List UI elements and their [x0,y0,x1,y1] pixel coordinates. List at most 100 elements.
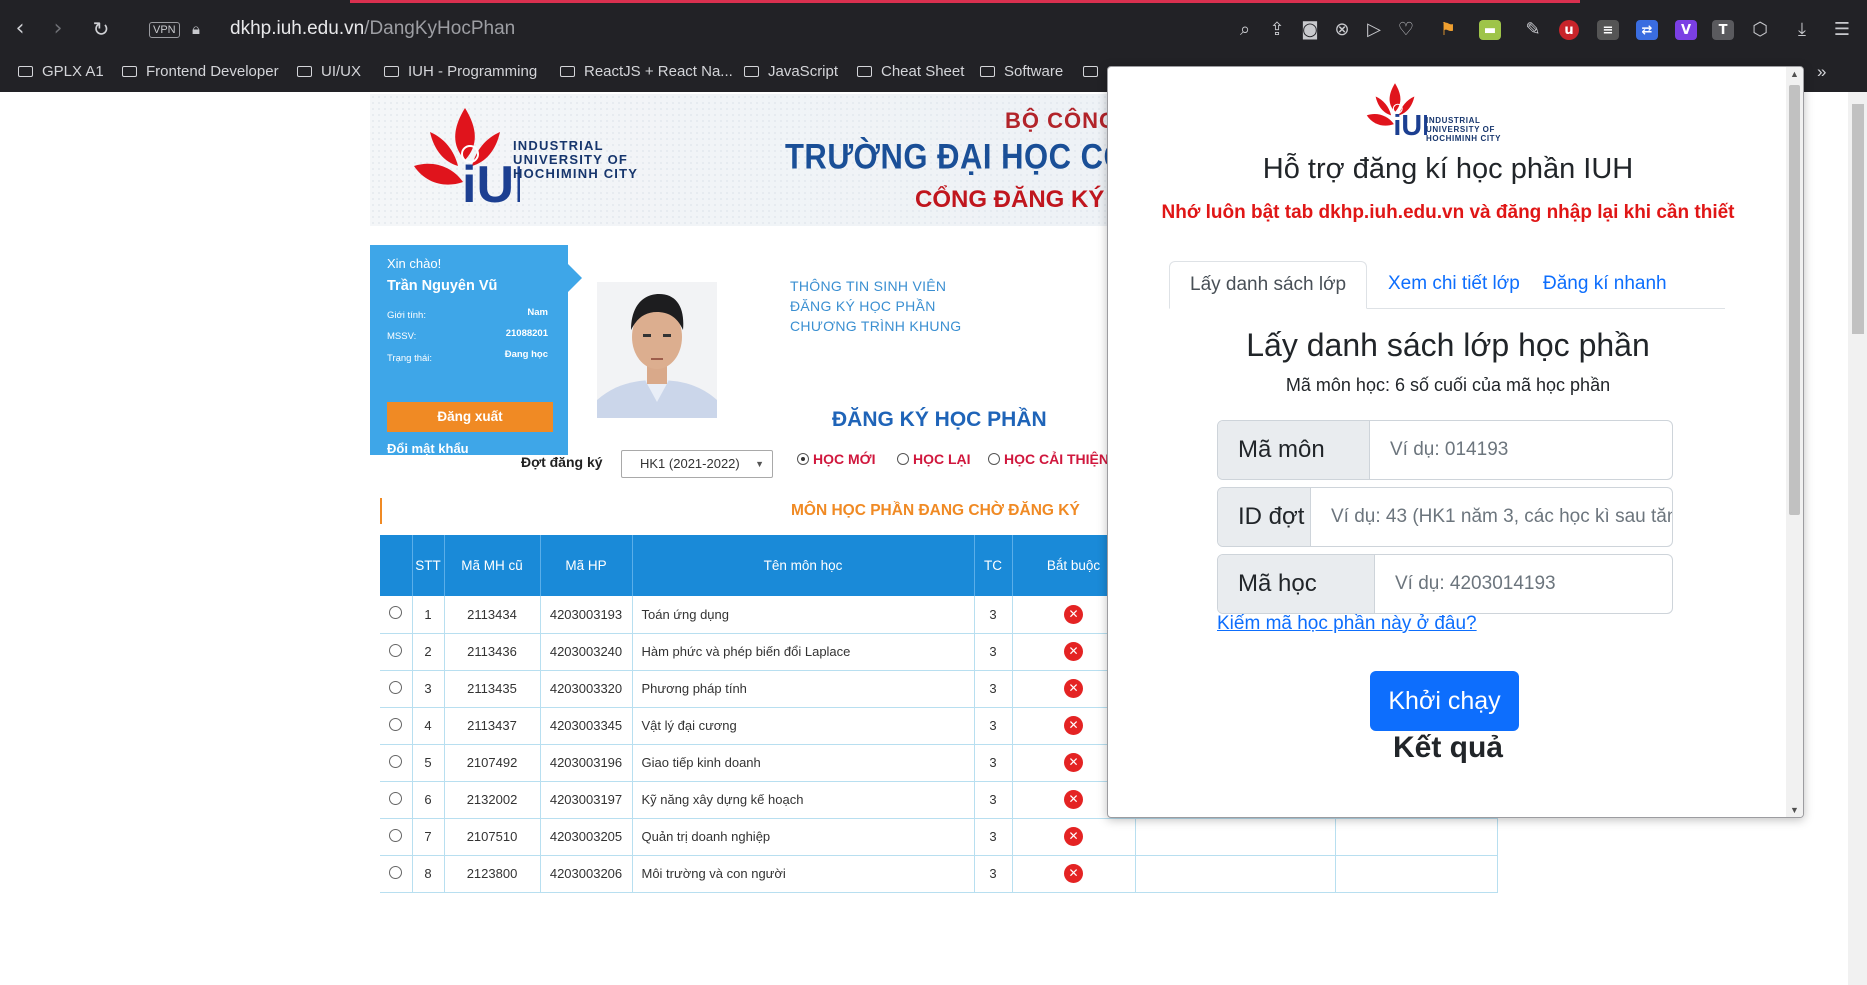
col-course-name: Tên môn học [632,535,975,596]
page-scrollbar-thumb[interactable] [1852,104,1864,334]
subject-code-input[interactable] [1370,421,1672,479]
tab-class-details[interactable]: Xem chi tiết lớp [1368,261,1540,309]
option-retake[interactable]: HỌC LẠI [897,451,971,467]
extension-popup: iUH INDUSTRIAL UNIVERSITY OF HOCHIMINH C… [1107,66,1804,818]
curriculum-link[interactable]: CHƯƠNG TRÌNH KHUNG [790,318,961,334]
row-credits: 3 [974,633,1013,671]
row-radio[interactable] [389,717,403,731]
change-password-link[interactable]: Đổi mật khẩu [387,441,469,456]
text-extension-icon[interactable]: T [1712,20,1734,40]
camera-icon[interactable]: ◙ [1298,18,1322,42]
option-new-course[interactable]: HỌC MỚI [797,451,876,467]
lock-icon[interactable]: 🔒︎ [192,20,200,38]
scroll-down-icon[interactable]: ▼ [1786,805,1803,815]
row-old-code: 2113434 [444,596,541,634]
bookmark-iuh-programming[interactable]: IUH - Programming [384,61,537,83]
logo-line-1: INDUSTRIAL [513,138,604,153]
browser-toolbar: ‹ › ↻ VPN 🔒︎ dkhp.iuh.edu.vn/DangKyHocPh… [0,6,1867,54]
row-radio[interactable] [389,828,403,842]
link-icon[interactable]: ⇄ [1636,20,1658,40]
row-course-name: Môi trường và con người [632,855,975,893]
x-circle-icon: ✕ [1064,790,1083,809]
shield-icon[interactable]: u [1559,20,1579,40]
registration-title: ĐĂNG KÝ HỌC PHẦN [832,408,1047,431]
page-scrollbar[interactable] [1848,92,1867,985]
row-radio[interactable] [389,680,403,694]
reload-icon[interactable]: ↻ [86,14,116,44]
popup-logo-line-2: UNIVERSITY OF [1426,125,1495,134]
tab-quick-register[interactable]: Đăng kí nhanh [1523,261,1687,309]
row-old-code: 2107492 [444,744,541,782]
logout-button[interactable]: Đăng xuất [387,402,553,432]
profile-card-arrow [568,264,582,292]
vue-icon[interactable]: V [1675,20,1697,40]
option-improve[interactable]: HỌC CẢI THIỆN [988,451,1109,467]
address-bar[interactable]: dkhp.iuh.edu.vn/DangKyHocPhan [230,18,515,40]
row-radio[interactable] [389,791,403,805]
tab-get-class-list[interactable]: Lấy danh sách lớp [1169,261,1368,309]
row-course-name: Hàm phức và phép biến đổi Laplace [632,633,975,671]
logo-line-3: HOCHIMINH CITY [513,166,639,181]
course-registration-link[interactable]: ĐĂNG KÝ HỌC PHẦN [790,298,936,314]
bookmarks-overflow-icon[interactable]: » [1817,61,1826,83]
heart-icon[interactable]: ♡ [1394,18,1418,42]
folder-icon [384,66,399,77]
row-radio[interactable] [389,643,403,657]
col-select [380,535,413,596]
bookmark-javascript[interactable]: JavaScript [744,61,838,83]
svg-text:iUH: iUH [1393,110,1427,142]
period-select[interactable]: HK1 (2021-2022) ▼ [621,450,773,478]
popup-iuh-logo-icon: iUH [1366,83,1427,142]
flag-icon[interactable]: ⚑ [1436,18,1460,42]
student-id-label: MSSV: [387,331,417,342]
row-old-code: 2113437 [444,707,541,745]
row-stt: 8 [412,855,445,893]
row-radio[interactable] [389,865,403,879]
vpn-badge[interactable]: VPN [149,22,180,38]
period-id-group: ID đợt [1217,487,1673,547]
app-icon[interactable]: ▬ [1479,20,1501,40]
x-circle-icon: ✕ [1064,642,1083,661]
pen-icon[interactable]: ✎ [1521,18,1545,42]
bookmark-reactjs[interactable]: ReactJS + React Na... [560,61,733,83]
forward-icon[interactable]: › [43,14,73,44]
course-code-input[interactable] [1375,555,1672,613]
cube-icon[interactable]: ⬡ [1748,18,1772,42]
close-circle-icon[interactable]: ⊗ [1330,18,1354,42]
search-icon[interactable]: ⌕ [1233,18,1257,42]
send-icon[interactable]: ▷ [1362,18,1386,42]
scroll-up-icon[interactable]: ▲ [1786,69,1803,79]
bookmark-frontend[interactable]: Frontend Developer [122,61,279,83]
menu-icon[interactable]: ☰ [1830,18,1854,42]
back-icon[interactable]: ‹ [5,14,35,44]
iuh-logo-icon: iUH [414,108,520,214]
row-radio[interactable] [389,606,403,620]
period-id-input[interactable] [1311,488,1672,546]
folder-icon [980,66,995,77]
row-course-name: Giao tiếp kinh doanh [632,744,975,782]
note-icon[interactable]: ≡ [1597,20,1619,40]
bookmark-gplx[interactable]: GPLX A1 [18,61,104,83]
table-row[interactable]: 8 2123800 4203003206 Môi trường và con ngườ… [380,855,1498,893]
status-label: Trạng thái: [387,353,433,364]
row-stt: 2 [412,633,445,671]
row-radio[interactable] [389,754,403,768]
x-circle-icon: ✕ [1064,604,1083,624]
share-icon[interactable]: ⇪ [1265,18,1289,42]
download-icon[interactable]: ⤓ [1790,18,1814,42]
student-info-link[interactable]: THÔNG TIN SINH VIÊN [790,278,946,294]
row-credits: 3 [974,855,1013,893]
row-stt: 1 [412,596,445,634]
logo-line-2: UNIVERSITY OF [513,152,629,167]
table-row[interactable]: 7 2107510 4203003205 Quản trị doanh nghiệp 3… [380,818,1498,856]
row-stt: 7 [412,818,445,856]
bookmark-truncated[interactable] [1083,61,1107,83]
popup-scrollbar-thumb[interactable] [1789,85,1800,515]
bookmark-software[interactable]: Software [980,61,1063,83]
bookmark-uiux[interactable]: UI/UX [297,61,361,83]
row-code: 4203003196 [540,744,633,782]
bookmark-cheat-sheet[interactable]: Cheat Sheet [857,61,964,83]
popup-scrollbar[interactable]: ▲ ▼ [1786,67,1803,817]
find-course-code-link[interactable]: Kiếm mã học phần này ở đâu? [1217,613,1477,635]
run-button[interactable]: Khởi chạy [1370,671,1519,731]
